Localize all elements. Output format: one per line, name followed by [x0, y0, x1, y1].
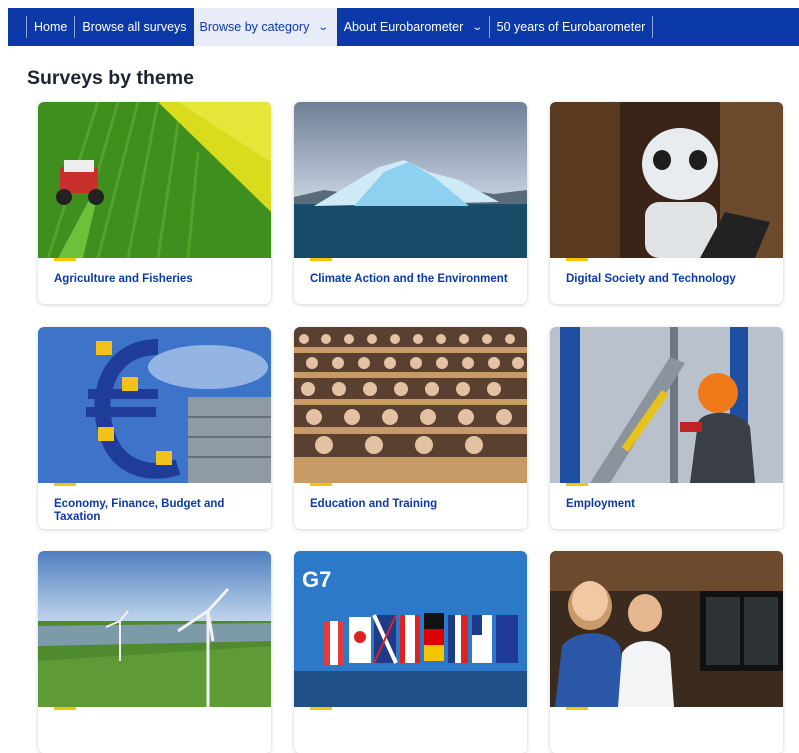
- card-label: Economy, Finance, Budget and Taxation: [54, 498, 225, 523]
- card-external-relations[interactable]: G7: [294, 551, 527, 753]
- nav-about-label: About Eurobarometer: [343, 20, 464, 34]
- robot-image: [550, 102, 783, 258]
- card-health[interactable]: [550, 551, 783, 753]
- industrial-worker-image: [550, 327, 783, 483]
- wind-turbines-image: [38, 551, 271, 707]
- card-energy[interactable]: [38, 551, 271, 753]
- tractor-field-image: [38, 102, 271, 258]
- nav-browse-by-category-label: Browse by category: [199, 20, 310, 34]
- card-climate-action-and-environment[interactable]: Climate Action and the Environment: [294, 102, 527, 304]
- card-accent-bar: [310, 258, 332, 261]
- card-accent-bar: [566, 707, 588, 710]
- top-navigation-bar: Home Browse all surveys Browse by catego…: [8, 8, 799, 46]
- card-employment[interactable]: Employment: [550, 327, 783, 529]
- g7-logo-text: G7: [302, 567, 331, 592]
- medical-scientists-image: [550, 551, 783, 707]
- chevron-down-icon: ⌄: [317, 21, 330, 33]
- card-accent-bar: [310, 707, 332, 710]
- g7-flags-image: G7: [294, 551, 527, 707]
- card-label: Climate Action and the Environment: [310, 273, 508, 285]
- card-accent-bar: [566, 258, 588, 261]
- card-accent-bar: [310, 483, 332, 486]
- card-education-and-training[interactable]: Education and Training: [294, 327, 527, 529]
- nav-home[interactable]: Home: [26, 16, 74, 38]
- chevron-down-icon: ⌄: [471, 21, 484, 33]
- card-accent-bar: [54, 707, 76, 710]
- nav-50-years-label: 50 years of Eurobarometer: [496, 20, 646, 34]
- nav-about-eurobarometer[interactable]: About Eurobarometer ⌄: [337, 16, 489, 38]
- page-title: Surveys by theme: [27, 67, 194, 89]
- nav-browse-all-surveys[interactable]: Browse all surveys: [74, 16, 193, 38]
- card-accent-bar: [54, 483, 76, 486]
- card-label: Education and Training: [310, 498, 438, 510]
- nav-browse-all-label: Browse all surveys: [82, 20, 187, 34]
- card-label: Digital Society and Technology: [566, 273, 736, 285]
- card-agriculture-and-fisheries[interactable]: Agriculture and Fisheries: [38, 102, 271, 304]
- euro-sculpture-image: [38, 327, 271, 483]
- nav-home-label: Home: [34, 20, 68, 34]
- card-label: Employment: [566, 498, 636, 510]
- iceberg-image: [294, 102, 527, 258]
- card-accent-bar: [54, 258, 76, 261]
- card-label: Agriculture and Fisheries: [54, 273, 193, 285]
- nav-50-years[interactable]: 50 years of Eurobarometer: [488, 16, 654, 38]
- card-economy-finance-budget-taxation[interactable]: Economy, Finance, Budget and Taxation: [38, 327, 271, 529]
- lecture-hall-image: [294, 327, 527, 483]
- card-digital-society-and-technology[interactable]: Digital Society and Technology: [550, 102, 783, 304]
- card-accent-bar: [566, 483, 588, 486]
- nav-browse-by-category[interactable]: Browse by category ⌄: [193, 8, 337, 46]
